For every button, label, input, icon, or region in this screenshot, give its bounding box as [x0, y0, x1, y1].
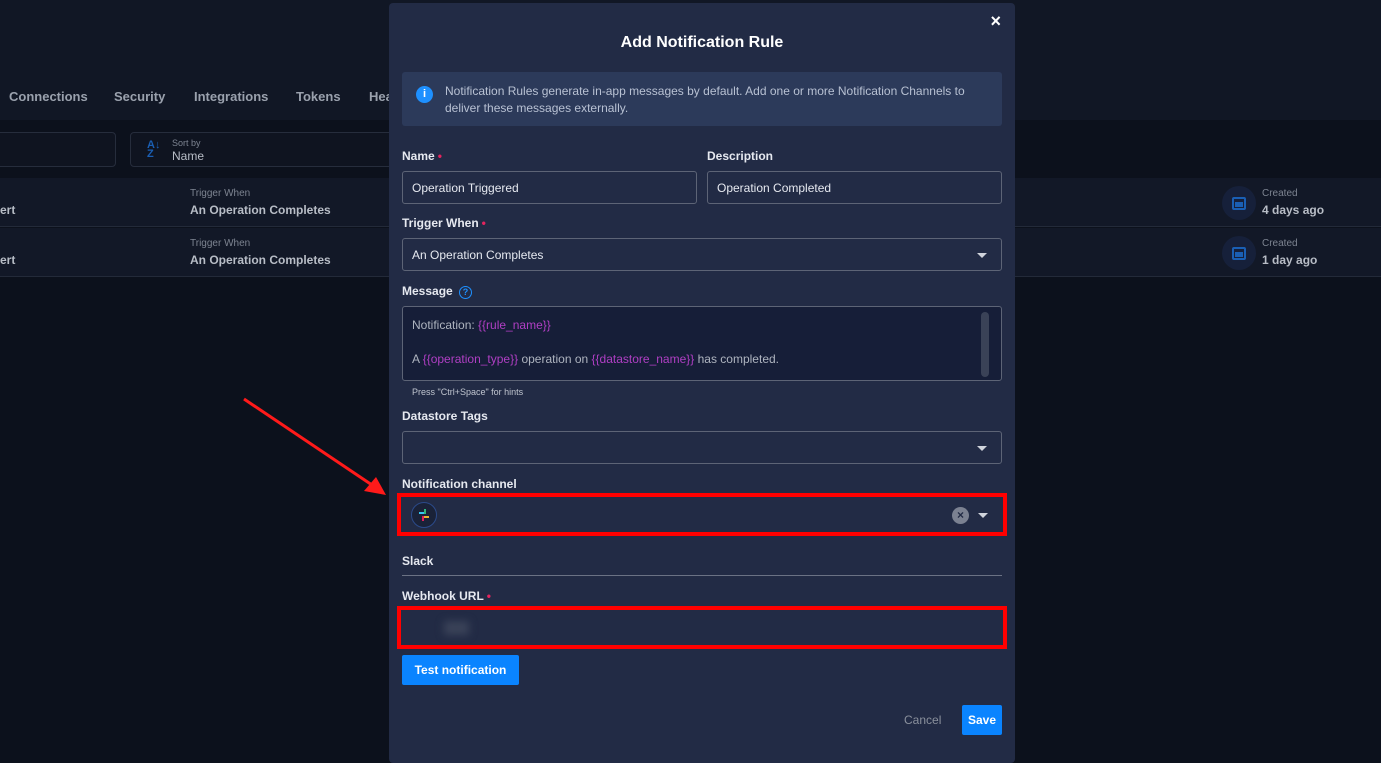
tab-tokens[interactable]: Tokens: [296, 89, 341, 104]
description-label: Description: [707, 149, 774, 163]
info-icon: i: [416, 86, 433, 103]
tab-connections[interactable]: Connections: [9, 89, 88, 104]
search-input[interactable]: [0, 132, 116, 167]
divider: [402, 575, 1002, 576]
chevron-down-icon: [977, 253, 987, 258]
redacted-text: [444, 621, 469, 635]
trigger-select[interactable]: An Operation Completes: [402, 238, 1002, 271]
message-editor[interactable]: Notification: {{rule_name}} A {{operatio…: [402, 306, 1002, 381]
sort-select[interactable]: A↓ Z Sort by Name: [130, 132, 400, 167]
save-button[interactable]: Save: [962, 705, 1002, 735]
sort-az-icon: A↓ Z: [147, 139, 161, 160]
dialog-title: Add Notification Rule: [620, 34, 784, 51]
trigger-label: Trigger When •: [402, 216, 486, 230]
cancel-button[interactable]: Cancel: [904, 713, 941, 727]
editor-hint: Press "Ctrl+Space" for hints: [412, 387, 524, 397]
chevron-down-icon[interactable]: [978, 513, 988, 518]
info-banner: i Notification Rules generate in-app mes…: [402, 72, 1002, 126]
slack-section-title: Slack: [402, 554, 434, 568]
notification-channel-label: Notification channel: [402, 477, 517, 491]
help-icon[interactable]: ?: [459, 286, 473, 299]
description-input[interactable]: Operation Completed: [707, 171, 1002, 204]
name-label: Name •: [402, 149, 442, 163]
tab-security[interactable]: Security: [114, 89, 165, 104]
webhook-url-label: Webhook URL •: [402, 589, 491, 603]
tab-integrations[interactable]: Integrations: [194, 89, 268, 104]
datastore-tags-select[interactable]: [402, 431, 1002, 464]
slack-icon: [411, 502, 437, 528]
scrollbar[interactable]: [981, 312, 989, 377]
datastore-tags-label: Datastore Tags: [402, 409, 488, 423]
calendar-icon: [1222, 186, 1256, 220]
add-notification-rule-dialog: × Add Notification Rule i Notification R…: [389, 3, 1015, 763]
chevron-down-icon: [977, 446, 987, 451]
calendar-icon: [1222, 236, 1256, 270]
name-input[interactable]: Operation Triggered: [402, 171, 697, 204]
message-label: Message ?: [402, 284, 473, 299]
clear-icon[interactable]: ×: [952, 507, 969, 524]
notification-channel-select[interactable]: ×: [402, 499, 1002, 531]
annotation-arrow: [243, 397, 386, 495]
close-icon[interactable]: ×: [990, 11, 1001, 32]
test-notification-button[interactable]: Test notification: [402, 655, 519, 685]
webhook-url-input[interactable]: [401, 610, 1003, 645]
